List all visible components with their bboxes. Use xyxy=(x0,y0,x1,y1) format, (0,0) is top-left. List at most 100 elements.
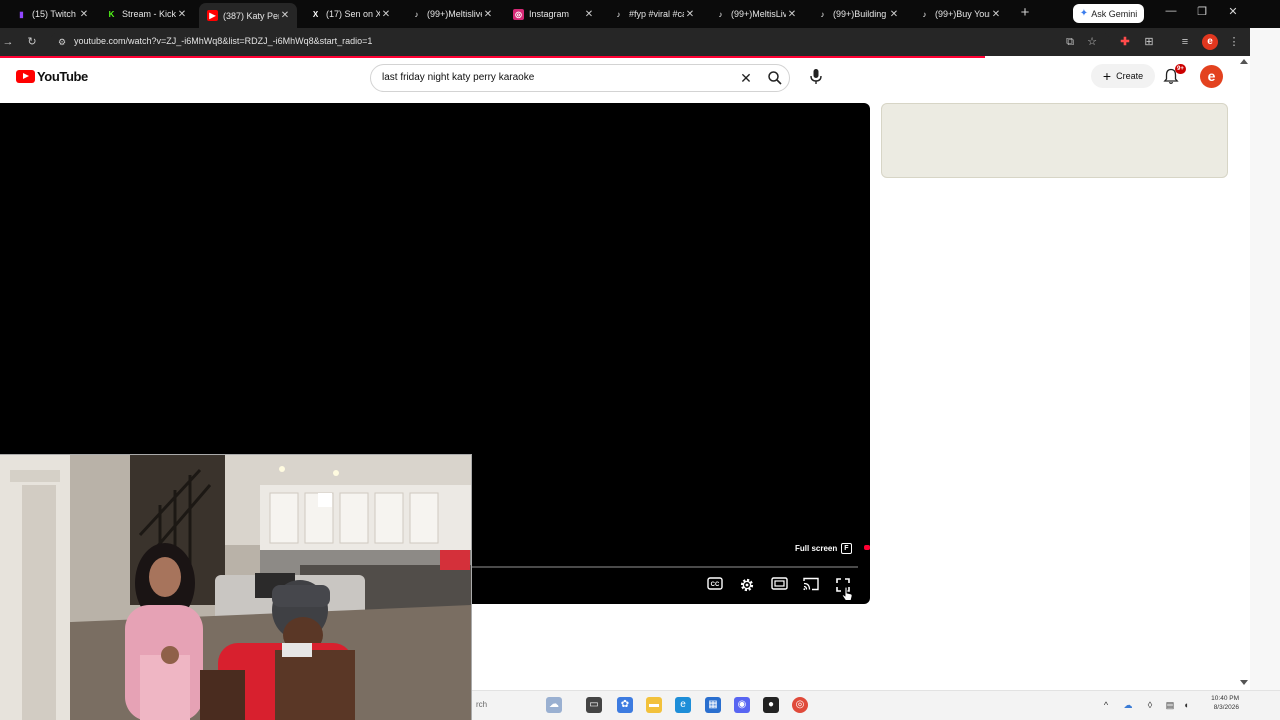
reading-list-icon[interactable]: ≡ xyxy=(1177,34,1193,50)
browser-tab-strip: ▮(15) Twitch✕KStream - Kick D✕▶(387) Kat… xyxy=(0,0,1280,28)
tab-title: (15) Twitch xyxy=(32,9,76,19)
browser-tab[interactable]: ♪ (99+)Building a ✕ xyxy=(809,3,906,25)
microphone-icon xyxy=(810,69,822,84)
tab-title: Stream - Kick D xyxy=(122,9,176,19)
reload-icon[interactable]: ↻ xyxy=(24,34,40,50)
restore-icon[interactable]: ❐ xyxy=(1195,5,1209,18)
tab-title: (17) Sen on X: ' xyxy=(326,9,380,19)
url-text: youtube.com/watch?v=ZJ_-i6MhWq8&list=RDZ… xyxy=(74,36,373,46)
tab-title: Instagram xyxy=(529,9,570,19)
site-info-icon[interactable]: ⚙ xyxy=(55,35,69,49)
youtube-logo[interactable]: YouTube xyxy=(16,69,88,84)
close-tab-icon[interactable]: ✕ xyxy=(279,10,291,21)
tooltip-shortcut-key: F xyxy=(841,542,852,554)
task-view-icon[interactable]: ▭ xyxy=(586,697,602,713)
taskbar-clock[interactable]: 10:40 PM 8/3/2026 xyxy=(1193,694,1239,712)
browser-tab[interactable]: ♪ (99+)Buy Your ✕ xyxy=(911,3,1008,25)
obs-icon[interactable]: ● xyxy=(763,697,779,713)
extension-icon[interactable]: ✚ xyxy=(1117,34,1133,50)
notification-badge: 9+ xyxy=(1175,64,1186,74)
browser-tab[interactable]: ♪ (99+)MeltisLiv ✕ xyxy=(707,3,804,25)
youtube-logo-text: YouTube xyxy=(37,69,88,84)
settings-button[interactable] xyxy=(738,577,756,595)
page-scrollbar[interactable] xyxy=(1238,56,1250,690)
clock-time: 10:40 PM xyxy=(1211,695,1239,702)
close-tab-icon[interactable]: ✕ xyxy=(786,9,798,20)
browser-tab[interactable]: ▶ (387) Katy Perr ✕ xyxy=(199,3,297,28)
search-input[interactable]: last friday night katy perry karaoke xyxy=(382,72,534,83)
theater-mode-button[interactable] xyxy=(770,577,788,595)
store-icon[interactable]: ▦ xyxy=(705,697,721,713)
close-tab-icon[interactable]: ✕ xyxy=(482,9,494,20)
close-window-icon[interactable]: ✕ xyxy=(1226,5,1240,18)
scroll-down-icon[interactable] xyxy=(1240,680,1248,685)
x-icon: X xyxy=(312,9,319,19)
close-tab-icon[interactable]: ✕ xyxy=(583,9,595,20)
volume-icon[interactable]: ◖ xyxy=(1180,700,1192,710)
onedrive-icon[interactable]: ☁ xyxy=(1122,700,1134,711)
copilot-icon[interactable]: ✿ xyxy=(617,697,633,713)
scroll-up-icon[interactable] xyxy=(1240,59,1248,64)
forward-icon[interactable]: → xyxy=(0,34,16,50)
tab-title: (387) Katy Perr xyxy=(223,10,279,21)
cast-button[interactable] xyxy=(802,577,820,595)
browser-tab[interactable]: ♪ #fyp #viral #ca ✕ xyxy=(605,3,702,25)
progress-bar[interactable] xyxy=(472,566,858,568)
hand-cursor-icon xyxy=(841,586,853,601)
address-bar[interactable]: ⚙ youtube.com/watch?v=ZJ_-i6MhWq8&list=R… xyxy=(50,32,1110,52)
tiktok-icon: ♪ xyxy=(718,9,723,19)
svg-text:CC: CC xyxy=(711,582,720,588)
clock-date: 8/3/2026 xyxy=(1213,704,1239,711)
network-icon[interactable]: ▤ xyxy=(1164,700,1176,711)
widgets-icon[interactable]: ☁ xyxy=(546,697,562,713)
ask-gemini-button[interactable]: ✦ Ask Gemini xyxy=(1073,4,1144,23)
search-icon xyxy=(768,71,782,85)
create-label: Create xyxy=(1116,71,1144,81)
extensions-puzzle-icon[interactable]: ⊞ xyxy=(1141,34,1157,50)
browser-tab[interactable]: X (17) Sen on X: '✕ xyxy=(302,3,398,25)
instagram-icon: ◎ xyxy=(513,8,524,20)
close-tab-icon[interactable]: ✕ xyxy=(78,9,90,20)
captions-icon: CC xyxy=(707,577,723,590)
windows-taskbar: rch ☁ ▭ ✿ ▬ e ▦ ◉ ● ◎ ^ ☁ ◊ ▤ ◖ xyxy=(472,690,1280,720)
discord-icon[interactable]: ◉ xyxy=(734,697,750,713)
settings-icon xyxy=(740,578,754,592)
browser-tab[interactable]: ▮ (15) Twitch ✕ xyxy=(8,3,96,25)
tray-app-icon[interactable]: ◊ xyxy=(1144,700,1156,710)
profile-avatar-icon[interactable]: e xyxy=(1202,34,1218,50)
create-button[interactable]: + Create xyxy=(1091,64,1155,88)
ask-gemini-label: Ask Gemini xyxy=(1091,8,1138,19)
tab-title: (99+)Building a xyxy=(833,9,888,19)
subtitles-button[interactable]: CC xyxy=(706,577,724,595)
close-tab-icon[interactable]: ✕ xyxy=(380,9,392,20)
browser-tab[interactable]: ♪ (99+)Meltislive ✕ xyxy=(403,3,500,25)
browser-menu-icon[interactable]: ⋮ xyxy=(1226,34,1242,50)
new-tab-button[interactable]: + xyxy=(1017,5,1033,21)
install-app-icon[interactable]: ⧉ xyxy=(1062,34,1078,50)
close-tab-icon[interactable]: ✕ xyxy=(888,9,900,20)
account-avatar[interactable]: e xyxy=(1200,65,1223,88)
bookmark-star-icon[interactable]: ☆ xyxy=(1084,34,1100,50)
chrome-icon[interactable]: ◎ xyxy=(792,697,808,713)
edge-icon[interactable]: e xyxy=(675,697,691,713)
sidebar-ad-placeholder xyxy=(881,103,1228,178)
minimize-icon[interactable]: — xyxy=(1164,5,1178,17)
window-edge xyxy=(1250,28,1280,720)
youtube-masthead: YouTube last friday night katy perry kar… xyxy=(0,56,1250,98)
voice-search-button[interactable] xyxy=(804,65,828,89)
tab-title: (99+)Meltislive xyxy=(427,9,482,19)
close-tab-icon[interactable]: ✕ xyxy=(176,9,188,20)
file-explorer-icon[interactable]: ▬ xyxy=(646,697,662,713)
notifications-button[interactable]: 9+ xyxy=(1163,64,1186,88)
browser-tab[interactable]: ◎ Instagram ✕ xyxy=(505,3,601,25)
search-button[interactable] xyxy=(764,68,786,88)
taskbar-search[interactable]: rch xyxy=(476,700,487,709)
twitch-icon: ▮ xyxy=(19,9,24,19)
close-tab-icon[interactable]: ✕ xyxy=(990,9,1002,20)
clear-search-icon[interactable]: ✕ xyxy=(737,69,755,87)
search-box[interactable]: last friday night katy perry karaoke ✕ xyxy=(370,64,790,92)
browser-tab[interactable]: K Stream - Kick D✕ xyxy=(98,3,194,25)
tray-overflow-icon[interactable]: ^ xyxy=(1100,700,1112,710)
close-tab-icon[interactable]: ✕ xyxy=(684,9,696,20)
webcam-overlay xyxy=(0,454,472,720)
